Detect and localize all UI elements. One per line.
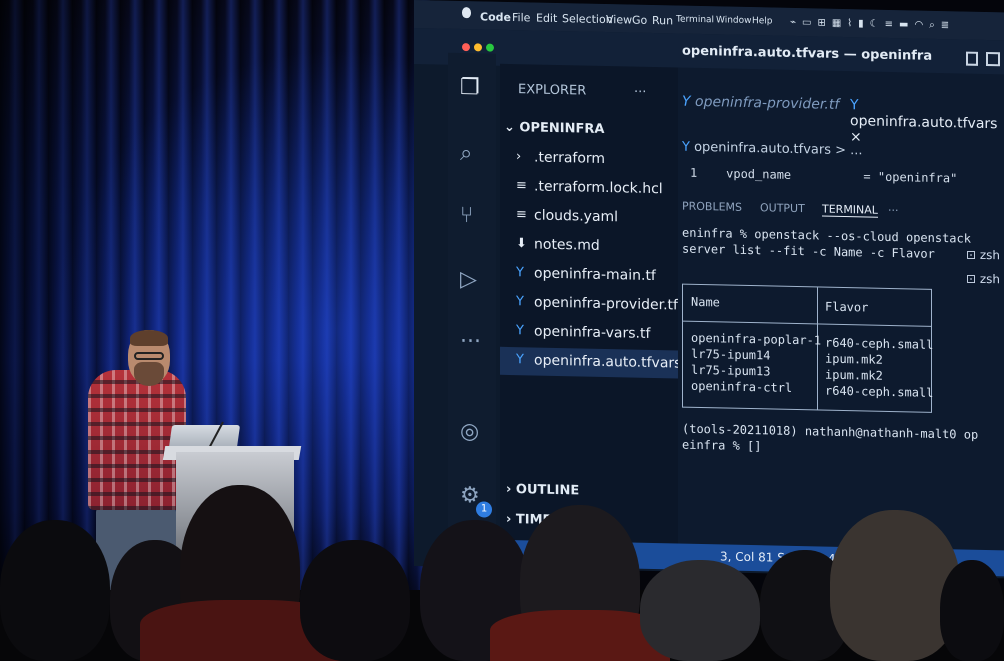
chevron-right-icon: › [516, 149, 522, 165]
settings-badge: 1 [476, 501, 492, 518]
terminal-output[interactable]: eninfra % openstack --os-cloud openstack… [678, 220, 1004, 487]
close-window-icon[interactable] [462, 43, 470, 52]
tab-provider[interactable]: Y openinfra-provider.tf [682, 94, 839, 113]
folder-openinfra[interactable]: ⌄ OPENINFRA [504, 120, 604, 137]
folder-label: OPENINFRA [519, 120, 605, 137]
projected-vscode-window: Code File Edit Selection View Go Run Ter… [414, 0, 1004, 579]
menu-file[interactable]: File [512, 11, 530, 24]
explorer-icon[interactable]: ❐ [460, 75, 480, 100]
breadcrumb: Y openinfra.auto.tfvars > ... [682, 139, 863, 159]
file-item[interactable]: Yopeninfra-provider.tf [500, 289, 678, 321]
speaker-beard [134, 362, 164, 386]
search-icon[interactable]: ⌕ [460, 141, 472, 166]
table-cell-flavor: r640-ceph.small [825, 383, 934, 400]
server-list-table: Name Flavor openinfra-poplar-1 r640-ceph… [682, 283, 934, 413]
terraform-icon: Y [516, 294, 524, 310]
table-cell-flavor: r640-ceph.small [825, 335, 934, 352]
audience-head [940, 560, 1004, 661]
table-header-name: Name [691, 294, 720, 310]
table-cell-name: lr75-ipum14 [691, 346, 771, 363]
split-editor-icon[interactable] [966, 51, 978, 66]
file-item[interactable]: ≡ .terraform.lock.hcl [500, 173, 678, 205]
table-cell-flavor: ipum.mk2 [825, 351, 883, 367]
terraform-icon: Y [682, 139, 695, 155]
lines-icon: ≡ [516, 178, 527, 194]
terminal-tab-zsh[interactable]: ⊡ zsh [966, 248, 1000, 263]
file-item[interactable]: Yopeninfra-vars.tf [500, 318, 678, 350]
audience-head [640, 560, 760, 661]
audience-head [830, 510, 960, 661]
table-divider [683, 320, 931, 327]
tab-problems[interactable]: PROBLEMS [682, 200, 742, 214]
terraform-icon: Y [850, 97, 859, 114]
explorer-sidebar: EXPLORER ··· ⌄ OPENINFRA › .terraform ≡ .t… [500, 63, 681, 558]
table-header-flavor: Flavor [825, 299, 869, 315]
explorer-title: EXPLORER [518, 82, 587, 99]
terraform-icon: Y [516, 265, 524, 281]
account-icon[interactable]: ◎ [460, 419, 479, 444]
panel-more-button[interactable]: ··· [888, 204, 899, 217]
menu-edit[interactable]: Edit [536, 12, 557, 25]
menu-terminal[interactable]: Terminal [676, 14, 714, 25]
chevron-right-icon: › [506, 511, 516, 528]
explorer-more-button[interactable]: ··· [634, 85, 646, 100]
table-cell-name: openinfra-poplar-1 [691, 330, 822, 348]
menu-help[interactable]: Help [752, 16, 773, 26]
file-item[interactable]: Yopeninfra-main.tf [500, 260, 678, 292]
file-item[interactable]: ≡ clouds.yaml [500, 202, 678, 234]
editor-area: Y openinfra-provider.tf Y openinfra.auto… [678, 67, 1004, 565]
menu-view[interactable]: View [606, 13, 632, 27]
file-item-selected[interactable]: Yopeninfra.auto.tfvars [500, 346, 681, 379]
code-line[interactable]: 1 vpod_name = "openinfra" [690, 166, 957, 186]
zoom-window-icon[interactable] [486, 43, 494, 52]
tab-terminal[interactable]: TERMINAL [822, 202, 878, 218]
terminal-tab-zsh[interactable]: ⊡ zsh [966, 272, 1000, 287]
terminal-list: ⊡ zsh ⊡ zsh [962, 239, 1004, 300]
file-item[interactable]: ⬇ notes.md [500, 231, 678, 263]
chevron-right-icon: › [506, 481, 516, 498]
terminal-icon: ⊡ [966, 271, 980, 286]
more-icon[interactable]: ··· [460, 329, 481, 354]
terraform-icon: Y [516, 323, 524, 339]
speaker-glasses [134, 352, 164, 360]
tab-auto-tfvars[interactable]: Y openinfra.auto.tfvars × [850, 97, 1004, 148]
terraform-icon: Y [682, 93, 696, 110]
terminal-prompt: einfra % [] [682, 437, 762, 454]
lines-icon: ≡ [516, 207, 527, 223]
conference-stage-photo: Code File Edit Selection View Go Run Ter… [0, 0, 1004, 661]
table-cell-name: lr75-ipum13 [691, 362, 771, 379]
audience-head [300, 540, 410, 661]
layout-icon[interactable] [986, 51, 1000, 67]
activity-bar: ❐ ⌕ ⑂ ▷ ··· ◎ ⚙ 1 [448, 52, 496, 554]
table-cell-name: openinfra-ctrl [691, 378, 793, 395]
table-column-divider [817, 287, 818, 410]
speaker-hair [130, 330, 168, 346]
status-icons: ⌁▭⊞▦⌇▮☾≡▬◠⌕≣ [790, 16, 956, 32]
table-cell-flavor: ipum.mk2 [825, 367, 883, 383]
menu-window[interactable]: Window [716, 15, 752, 26]
markdown-icon: ⬇ [516, 236, 527, 252]
terminal-line: server list --fit -c Name -c Flavor [682, 241, 935, 261]
chevron-down-icon: ⌄ [504, 119, 520, 136]
tab-output[interactable]: OUTPUT [760, 201, 805, 215]
terraform-icon: Y [516, 352, 524, 368]
menu-go[interactable]: Go [632, 14, 647, 27]
menu-run[interactable]: Run [652, 14, 673, 27]
outline-section[interactable]: › OUTLINE [506, 482, 579, 499]
audience-head [0, 520, 110, 661]
source-control-icon[interactable]: ⑂ [460, 203, 473, 228]
terminal-icon: ⊡ [966, 247, 980, 262]
minimize-window-icon[interactable] [474, 43, 482, 52]
apple-icon [462, 7, 471, 19]
file-item[interactable]: › .terraform [500, 144, 678, 176]
run-debug-icon[interactable]: ▷ [460, 267, 477, 292]
menu-code[interactable]: Code [480, 10, 511, 24]
